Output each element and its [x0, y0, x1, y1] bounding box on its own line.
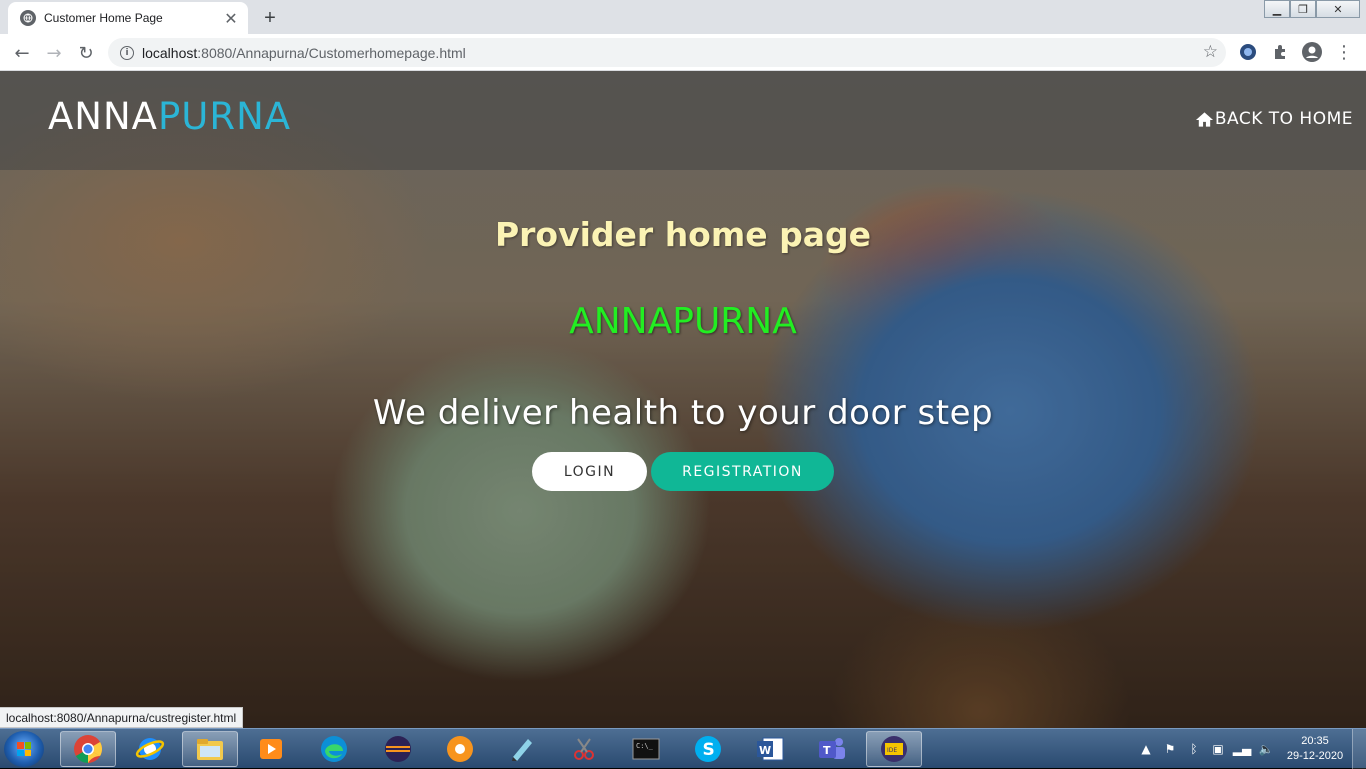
- back-arrow-icon[interactable]: ←: [9, 40, 35, 66]
- brand-heading: ANNAPURNA: [569, 301, 797, 342]
- action-buttons: LOGIN REGISTRATION: [532, 452, 834, 491]
- new-tab-button[interactable]: +: [258, 6, 282, 30]
- info-icon[interactable]: i: [120, 45, 134, 60]
- bookmark-star-icon[interactable]: ☆: [1203, 42, 1218, 62]
- network-signal-icon[interactable]: ▂▄: [1233, 741, 1251, 757]
- reload-icon[interactable]: ↻: [73, 40, 99, 66]
- tab-close-icon[interactable]: ✕: [222, 9, 240, 28]
- show-desktop-button[interactable]: [1352, 729, 1366, 769]
- back-to-home-label: BACK TO HOME: [1214, 109, 1353, 129]
- app-icon[interactable]: [432, 731, 488, 767]
- windows-logo-icon: [17, 742, 31, 756]
- site-logo[interactable]: ANNAPURNA: [48, 95, 291, 138]
- svg-text:T: T: [823, 744, 831, 757]
- browser-toolbar: ← → ↻ i localhost:8080/Annapurna/Custome…: [0, 34, 1366, 71]
- browser-tab-strip: Customer Home Page ✕ + ▁ ❐ ✕: [0, 0, 1366, 34]
- file-explorer-icon[interactable]: [182, 731, 238, 767]
- page-title: Provider home page: [494, 215, 872, 254]
- svg-text:S: S: [703, 740, 715, 760]
- snipping-tool-icon[interactable]: [556, 731, 612, 767]
- skype-icon[interactable]: S: [680, 731, 736, 767]
- chrome-icon[interactable]: [60, 731, 116, 767]
- svg-text:C:\_: C:\_: [636, 742, 654, 750]
- back-to-home-link[interactable]: BACK TO HOME: [1195, 109, 1353, 129]
- minimize-button[interactable]: ▁: [1264, 0, 1290, 18]
- home-icon: [1195, 111, 1213, 127]
- page-content: ANNAPURNA BACK TO HOME Provider home pag…: [0, 71, 1366, 728]
- java-ee-ide-icon[interactable]: IDE: [866, 731, 922, 767]
- bluetooth-icon[interactable]: ᛒ: [1186, 741, 1202, 757]
- edge-icon[interactable]: [306, 731, 362, 767]
- eclipse-icon[interactable]: [370, 731, 426, 767]
- media-player-icon[interactable]: [244, 731, 300, 767]
- puzzle-icon[interactable]: [1270, 42, 1290, 62]
- extension-icon[interactable]: [1238, 42, 1258, 62]
- address-bar[interactable]: i localhost:8080/Annapurna/Customerhomep…: [108, 38, 1226, 67]
- command-prompt-icon[interactable]: C:\_: [618, 731, 674, 767]
- show-hidden-icons-arrow-icon[interactable]: ▲: [1138, 741, 1154, 757]
- internet-explorer-icon[interactable]: [122, 731, 178, 767]
- teams-icon[interactable]: T: [804, 731, 860, 767]
- action-center-flag-icon[interactable]: ⚑: [1162, 741, 1178, 757]
- clock-date: 29-12-2020: [1286, 750, 1344, 762]
- restore-button[interactable]: ❐: [1290, 0, 1316, 18]
- windows-taskbar: C:\_ S W T IDE ▲ ⚑ ᛒ ▣ ▂▄ 🔈 20:35 29-12-…: [0, 728, 1366, 769]
- globe-icon: [20, 10, 36, 26]
- start-button[interactable]: [4, 731, 44, 767]
- device-icon[interactable]: ▣: [1210, 741, 1226, 757]
- site-header: ANNAPURNA BACK TO HOME: [0, 71, 1366, 170]
- registration-button[interactable]: REGISTRATION: [651, 452, 834, 491]
- close-window-button[interactable]: ✕: [1316, 0, 1360, 18]
- window-controls: ▁ ❐ ✕: [1264, 0, 1360, 18]
- menu-kebab-icon[interactable]: ⋮: [1334, 42, 1354, 63]
- clock-time: 20:35: [1301, 735, 1329, 747]
- login-button[interactable]: LOGIN: [532, 452, 647, 491]
- link-status-bar: localhost:8080/Annapurna/custregister.ht…: [0, 707, 244, 728]
- volume-icon[interactable]: 🔈: [1258, 741, 1274, 757]
- word-icon[interactable]: W: [742, 731, 798, 767]
- forward-arrow-icon[interactable]: →: [41, 40, 67, 66]
- svg-text:W: W: [759, 744, 771, 757]
- svg-text:IDE: IDE: [887, 747, 897, 754]
- notepad-icon[interactable]: [494, 731, 550, 767]
- system-tray: ▲ ⚑ ᛒ ▣ ▂▄ 🔈 20:35 29-12-2020: [1134, 729, 1366, 769]
- tagline: We deliver health to your door step: [372, 393, 994, 433]
- system-clock[interactable]: 20:35 29-12-2020: [1278, 734, 1352, 764]
- url-text: localhost:8080/Annapurna/Customerhomepag…: [142, 44, 466, 61]
- browser-tab[interactable]: Customer Home Page ✕: [8, 2, 248, 34]
- profile-avatar-icon[interactable]: [1302, 42, 1322, 62]
- tab-title: Customer Home Page: [44, 11, 163, 25]
